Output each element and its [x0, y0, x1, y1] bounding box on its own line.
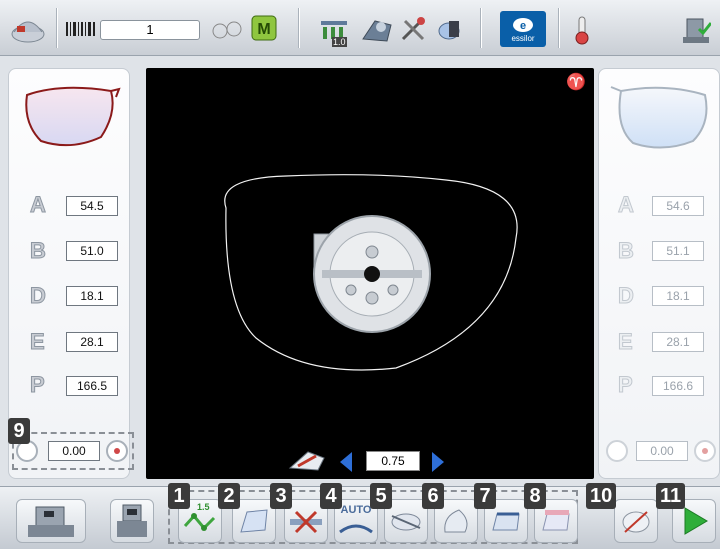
cancel-bevel-icon [290, 510, 322, 534]
svg-text:M: M [257, 21, 270, 38]
badge-9: 9 [8, 418, 30, 444]
machine-status-icon[interactable] [680, 14, 712, 46]
decrement-arrow[interactable] [338, 450, 354, 474]
right-row-letter-d: D [618, 283, 635, 309]
right-b-value[interactable]: 51.1 [652, 241, 704, 261]
badge-3: 3 [270, 483, 292, 509]
increment-arrow[interactable] [430, 450, 446, 474]
lens-tray-icon[interactable] [360, 14, 394, 44]
barcode-icon [66, 22, 96, 36]
tracer-button[interactable] [16, 499, 86, 543]
blocking-chuck-icon [313, 215, 431, 333]
right-rotate-left-icon[interactable] [606, 440, 628, 462]
left-p-value[interactable]: 166.5 [66, 376, 118, 396]
retouch-icon [622, 511, 650, 533]
lens-preview-canvas[interactable]: ♈ [146, 68, 594, 479]
retouch-button[interactable] [614, 499, 658, 543]
bevel-value-label: 1.5 [197, 502, 210, 512]
monogram-m-icon[interactable]: M [250, 14, 278, 42]
groove-icon [492, 512, 520, 531]
left-d-value[interactable]: 18.1 [66, 286, 118, 306]
tools-icon[interactable] [398, 14, 430, 44]
badge-6: 6 [422, 483, 444, 509]
step-value-field[interactable]: 0.75 [366, 451, 420, 471]
row-letter-p: P [30, 372, 46, 398]
brand-label: essilor [511, 33, 535, 43]
badge-10: 10 [586, 483, 617, 509]
badge-4: 4 [320, 483, 342, 509]
step-size-label: 1.0 [332, 37, 347, 47]
left-b-value[interactable]: 51.0 [66, 241, 118, 261]
home-lens-icon[interactable] [8, 12, 48, 46]
badge-1: 1 [168, 483, 190, 509]
right-a-value[interactable]: 54.6 [652, 196, 704, 216]
temperature-icon[interactable] [570, 14, 594, 46]
lens-tilt-icon[interactable] [434, 14, 464, 44]
row-letter-e: E [30, 329, 46, 355]
drilling-icon [542, 510, 570, 531]
auto-label: AUTO [340, 504, 372, 516]
row-letter-b: B [30, 238, 47, 264]
pin-tool-icon[interactable]: ♈ [566, 72, 586, 92]
glasses-icon[interactable] [212, 18, 242, 42]
badge-2: 2 [218, 483, 240, 509]
essilor-logo[interactable]: e essilor [500, 11, 546, 47]
job-number-field[interactable]: 1 [100, 20, 200, 40]
svg-text:e: e [520, 20, 526, 32]
badge-5: 5 [370, 483, 392, 509]
right-frame-shape-icon[interactable] [605, 83, 715, 158]
edger-button[interactable] [110, 499, 154, 543]
right-lens-panel [598, 68, 720, 479]
safety-bevel-icon [444, 509, 468, 533]
step-size-icon[interactable]: 1.0 [318, 14, 350, 48]
right-row-letter-p: P [618, 372, 634, 398]
top-toolbar: 1 M 1.0 e essilor [0, 0, 720, 56]
right-p-value[interactable]: 166.6 [652, 376, 704, 396]
left-e-value[interactable]: 28.1 [66, 332, 118, 352]
badge-11: 11 [656, 483, 686, 509]
right-rotate-right-icon[interactable] [694, 440, 716, 462]
right-row-letter-a: A [618, 192, 635, 218]
lens-edge-icon [240, 509, 268, 533]
right-axis-value[interactable]: 0.00 [636, 441, 688, 461]
edge-tool-icon[interactable] [288, 446, 326, 472]
left-frame-shape-icon[interactable] [21, 83, 121, 158]
left-a-value[interactable]: 54.5 [66, 196, 118, 216]
right-e-value[interactable]: 28.1 [652, 332, 704, 352]
play-icon [684, 507, 708, 535]
badge-8: 8 [524, 483, 546, 509]
right-d-value[interactable]: 18.1 [652, 286, 704, 306]
edger-icon [117, 504, 147, 537]
polish-icon [391, 513, 421, 531]
badge-7: 7 [474, 483, 496, 509]
tracer-icon [28, 506, 74, 537]
axis-controls-highlight [12, 432, 134, 470]
right-row-letter-e: E [618, 329, 634, 355]
right-row-letter-b: B [618, 238, 635, 264]
row-letter-d: D [30, 283, 47, 309]
row-letter-a: A [30, 192, 47, 218]
